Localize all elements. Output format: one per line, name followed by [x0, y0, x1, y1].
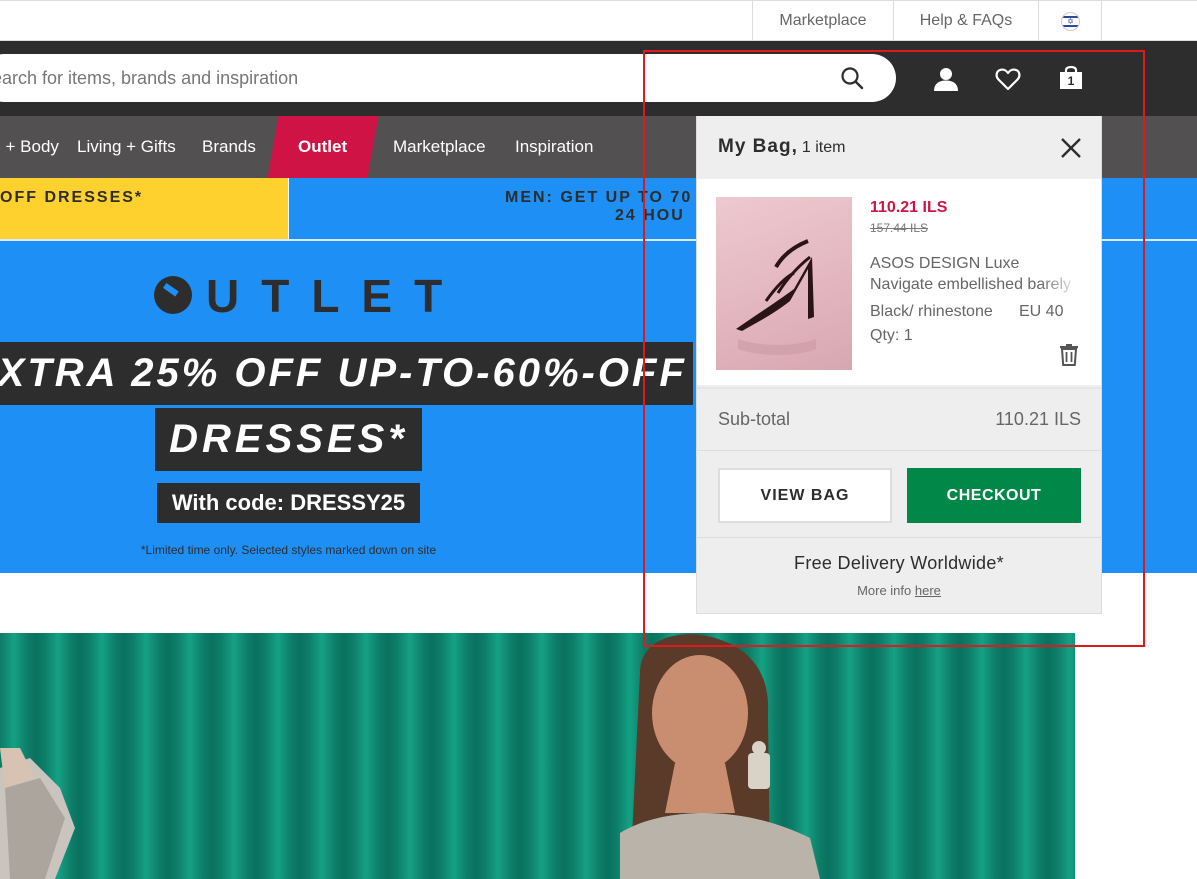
item-colour: Black/ rhinestone: [870, 303, 993, 320]
banner-code: With code: DRESSY25: [171, 490, 406, 515]
banner-fine-print: *Limited time only. Selected styles mark…: [140, 543, 437, 557]
heeled-sandal-image: [736, 239, 816, 355]
trash-icon[interactable]: [1059, 342, 1079, 366]
more-info-prefix: More info: [857, 583, 912, 598]
bag-line-item: 110.21 ILS 157.44 ILS ASOS DESIGN Luxe N…: [697, 179, 1101, 385]
banner-headline: EXTRA 25% OFF UP-TO-60%-OFF: [0, 351, 687, 395]
help-faqs-link[interactable]: Help & FAQs: [893, 1, 1038, 41]
promo-women[interactable]: OFF DRESSES*: [0, 178, 288, 240]
banner-headline-box: EXTRA 25% OFF UP-TO-60%-OFF: [0, 342, 693, 405]
item-was-price: 157.44 ILS: [870, 221, 929, 235]
more-info: More info here: [697, 583, 1101, 598]
nav-face-body[interactable]: Face + Body: [0, 116, 59, 178]
product-thumbnail[interactable]: [716, 197, 852, 370]
outlet-logo-text: UTLET: [206, 270, 465, 322]
banner-dresses-box: DRESSES*: [155, 408, 422, 471]
outlet-o-icon: [154, 276, 192, 314]
mini-bag-title-label: My Bag,: [718, 136, 798, 157]
mini-bag-header: My Bag, 1 item: [697, 116, 1101, 179]
item-price: 110.21 ILS: [870, 199, 948, 216]
sequin-glove-image: [0, 748, 75, 879]
subtotal-row: Sub-total 110.21 ILS: [697, 387, 1101, 450]
hero-image[interactable]: [0, 633, 1075, 879]
nav-marketplace[interactable]: Marketplace: [393, 116, 486, 178]
site-header: 1: [0, 41, 1197, 116]
bag-count: 1: [1067, 74, 1075, 88]
nav-inspiration[interactable]: Inspiration: [515, 116, 593, 178]
item-quantity: Qty: 1: [870, 327, 913, 344]
mini-bag-title: My Bag, 1 item: [718, 136, 845, 158]
item-name-line1: ASOS DESIGN Luxe: [870, 255, 1020, 272]
page: Marketplace Help & FAQs ✡ Search for ite…: [0, 0, 1197, 879]
banner-code-box: With code: DRESSY25: [157, 483, 420, 523]
search-icon[interactable]: [840, 66, 864, 90]
close-icon[interactable]: [1059, 136, 1083, 160]
account-icon[interactable]: [932, 65, 960, 93]
bag-button[interactable]: 1: [1057, 63, 1085, 91]
banner-dresses: DRESSES*: [169, 417, 408, 461]
nav-outlet[interactable]: Outlet: [298, 116, 347, 178]
item-size: EU 40: [1019, 303, 1064, 320]
country-selector[interactable]: ✡: [1038, 1, 1102, 41]
subtotal-value: 110.21 ILS: [995, 409, 1081, 429]
promo-women-text: OFF DRESSES*: [0, 189, 144, 206]
delivery-info: Free Delivery Worldwide* More info here: [697, 539, 1101, 613]
more-info-link[interactable]: here: [915, 583, 941, 598]
subtotal-label: Sub-total: [718, 409, 791, 429]
heart-icon[interactable]: [994, 65, 1022, 93]
mini-bag-dropdown: My Bag, 1 item 110.21 ILS 157.44 ILS ASO…: [696, 116, 1102, 614]
free-delivery-text: Free Delivery Worldwide*: [794, 553, 1004, 573]
checkout-button[interactable]: CHECKOUT: [907, 468, 1081, 523]
utility-bar: Marketplace Help & FAQs ✡: [0, 0, 1197, 41]
bag-actions: VIEW BAG CHECKOUT: [697, 450, 1101, 538]
view-bag-button[interactable]: VIEW BAG: [718, 468, 892, 523]
marketplace-link[interactable]: Marketplace: [752, 1, 893, 41]
search-input[interactable]: [0, 54, 830, 102]
israel-flag-icon: ✡: [1061, 12, 1080, 31]
model-image: [620, 634, 820, 879]
search-bar: [0, 54, 896, 102]
hero-curtain: [0, 633, 1075, 879]
promo-men-line1: MEN: GET UP TO 70: [505, 189, 693, 206]
nav-brands[interactable]: Brands: [202, 116, 256, 178]
promo-men-line2: 24 HOU: [615, 207, 685, 224]
mini-bag-item-count: 1 item: [801, 139, 846, 156]
nav-living-gifts[interactable]: Living + Gifts: [77, 116, 176, 178]
